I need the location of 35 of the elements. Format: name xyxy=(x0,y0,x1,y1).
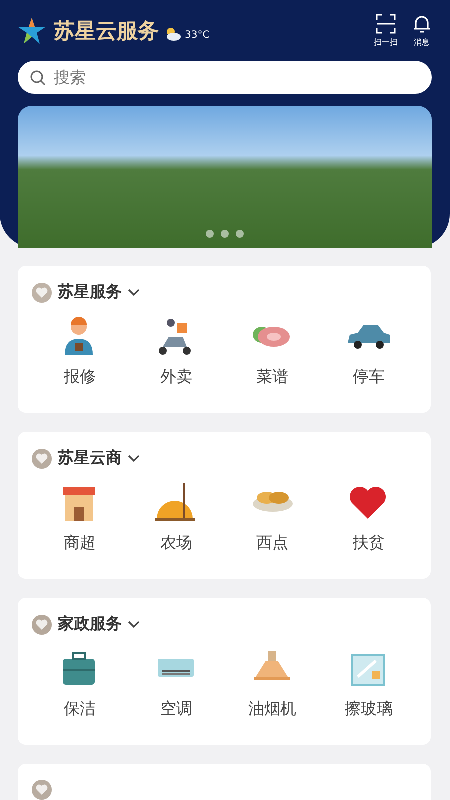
carousel-dot[interactable] xyxy=(206,230,214,238)
temperature: 33°C xyxy=(185,30,210,41)
service-item[interactable]: 农场 xyxy=(128,481,224,554)
service-item[interactable]: 保洁 xyxy=(32,647,128,720)
service-item[interactable]: 扶贫 xyxy=(320,481,417,554)
service-item[interactable]: 停车 xyxy=(320,315,417,388)
section-icon xyxy=(32,448,52,468)
scan-icon xyxy=(376,14,396,34)
section-title: 家政服务 xyxy=(58,614,122,635)
bread-icon xyxy=(252,492,293,512)
air-conditioner-icon xyxy=(158,659,194,677)
section-title: 苏星云商 xyxy=(58,448,122,469)
carousel-dot[interactable] xyxy=(236,230,244,238)
service-item[interactable]: 油烟机 xyxy=(224,647,321,720)
app-title: 苏星云服务 xyxy=(54,18,159,46)
bell-icon xyxy=(412,14,432,34)
service-item[interactable]: 商超 xyxy=(32,481,128,554)
service-item[interactable]: 擦玻璃 xyxy=(320,647,417,720)
star-logo-icon xyxy=(18,18,46,44)
service-item[interactable]: 报修 xyxy=(32,315,128,388)
carousel-dot[interactable] xyxy=(221,230,229,238)
service-item[interactable]: 外卖 xyxy=(128,315,224,388)
search-field[interactable]: 搜索 xyxy=(18,60,432,94)
service-item[interactable]: 菜谱 xyxy=(224,315,321,388)
section-icon xyxy=(32,614,52,634)
scan-button[interactable]: 扫一扫 xyxy=(374,14,398,48)
section-title: 苏星服务 xyxy=(58,282,122,303)
notification-button[interactable]: 消息 xyxy=(412,14,432,48)
service-item[interactable]: 西点 xyxy=(224,481,321,554)
service-item[interactable]: 空调 xyxy=(128,647,224,720)
weather-icon xyxy=(165,27,181,42)
chevron-icon[interactable] xyxy=(128,620,140,628)
chevron-icon[interactable] xyxy=(128,288,140,296)
section-icon xyxy=(32,282,52,302)
chevron-icon[interactable] xyxy=(128,454,140,462)
